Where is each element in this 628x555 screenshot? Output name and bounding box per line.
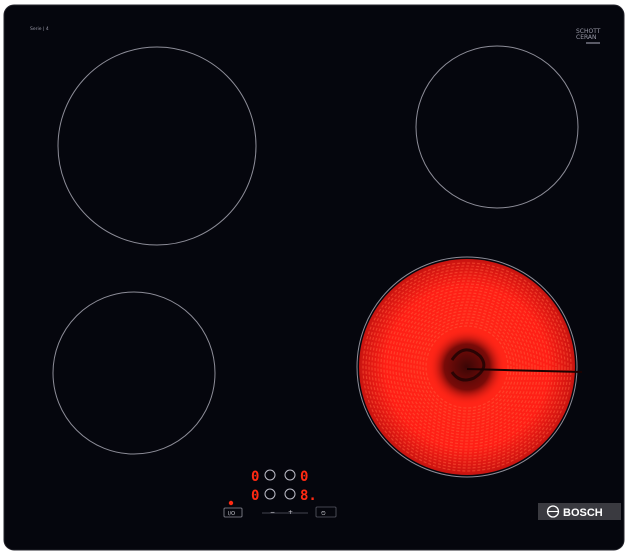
series-label: Serie | 4 (30, 26, 49, 32)
logo-line-2: CERAN (576, 34, 597, 41)
display-bottom-left: 0 (251, 488, 259, 504)
minus-button-label: − (270, 509, 275, 516)
display-top-left: 0 (251, 469, 259, 485)
display-bottom-right: 8. (300, 488, 317, 504)
power-button-label: I/O (228, 511, 235, 517)
minus-button[interactable]: − (264, 507, 282, 518)
display-top-right: 0 (300, 469, 308, 485)
brand-name: BOSCH (563, 507, 603, 519)
brand-plate: BOSCH (538, 503, 621, 520)
plus-button-label: + (288, 509, 293, 516)
cooktop: Serie | 4 SCHOTT CERAN 0 0 0 8. I/O − + … (3, 4, 625, 551)
timer-icon: ⏲ (321, 510, 326, 517)
plus-button[interactable]: + (283, 507, 301, 518)
power-indicator-light (228, 500, 234, 506)
